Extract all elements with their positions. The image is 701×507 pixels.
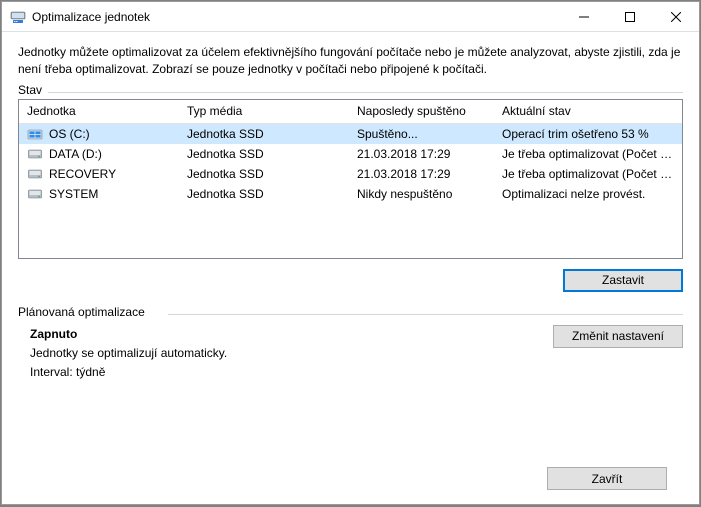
status-section-label: Stav [18,83,48,97]
current-status: Je třeba optimalizovat (Počet dnů od pos… [494,167,682,181]
schedule-section-label: Plánovaná optimalizace [18,305,151,319]
drives-list[interactable]: Jednotka Typ média Naposledy spuštěno Ak… [18,99,683,259]
last-run: Spuštěno... [349,127,494,141]
status-section: Stav Jednotka Typ média Naposledy spuště… [18,92,683,292]
drive-cell: DATA (D:) [19,146,179,162]
change-settings-button[interactable]: Změnit nastavení [553,325,683,348]
last-run: 21.03.2018 17:29 [349,167,494,181]
current-status: Optimalizaci nelze provést. [494,187,682,201]
table-row[interactable]: DATA (D:) Jednotka SSD21.03.2018 17:29Je … [19,144,682,164]
media-type: Jednotka SSD [179,187,349,201]
drives-list-header: Jednotka Typ média Naposledy spuštěno Ak… [19,100,682,124]
minimize-button[interactable] [561,2,607,31]
drive-name: RECOVERY [49,167,116,181]
content-area: Jednotky můžete optimalizovat za účelem … [2,32,699,504]
schedule-line1: Jednotky se optimalizují automaticky. [30,344,227,363]
hdd-icon [27,146,43,162]
current-status: Je třeba optimalizovat (Počet dnů od pos… [494,147,682,161]
hdd-icon [27,186,43,202]
drive-name: SYSTEM [49,187,98,201]
titlebar: Optimalizace jednotek [2,2,699,32]
drive-name: DATA (D:) [49,147,102,161]
drive-cell: RECOVERY [19,166,179,182]
table-row[interactable]: SYSTEM Jednotka SSDNikdy nespuštěnoOptima… [19,184,682,204]
media-type: Jednotka SSD [179,127,349,141]
description-text: Jednotky můžete optimalizovat za účelem … [18,44,683,78]
media-type: Jednotka SSD [179,147,349,161]
stop-button[interactable]: Zastavit [563,269,683,292]
close-button[interactable]: Zavřít [547,467,667,490]
last-run: 21.03.2018 17:29 [349,147,494,161]
drive-cell: SYSTEM [19,186,179,202]
app-icon [10,9,26,25]
schedule-section: Plánovaná optimalizace Zapnuto Jednotky … [18,314,683,383]
os-drive-icon [27,126,43,142]
schedule-line2: Interval: týdně [30,363,227,382]
drive-cell: OS (C:) [19,126,179,142]
media-type: Jednotka SSD [179,167,349,181]
table-row[interactable]: OS (C:) Jednotka SSDSpuštěno...Operací tr… [19,124,682,144]
window-title: Optimalizace jednotek [32,10,561,24]
window-controls [561,2,699,31]
table-row[interactable]: RECOVERY Jednotka SSD21.03.2018 17:29Je t… [19,164,682,184]
column-header-status[interactable]: Aktuální stav [494,104,682,118]
current-status: Operací trim ošetřeno 53 % [494,127,682,141]
window-root: Optimalizace jednotek Jednotky můžete op… [1,1,700,505]
drive-name: OS (C:) [49,127,90,141]
column-header-drive[interactable]: Jednotka [19,104,179,118]
footer: Zavřít [18,457,683,504]
column-header-last[interactable]: Naposledy spuštěno [349,104,494,118]
maximize-button[interactable] [607,2,653,31]
last-run: Nikdy nespuštěno [349,187,494,201]
hdd-icon [27,166,43,182]
close-window-button[interactable] [653,2,699,31]
column-header-media[interactable]: Typ média [179,104,349,118]
schedule-text: Zapnuto Jednotky se optimalizují automat… [18,325,227,383]
schedule-state: Zapnuto [30,325,227,344]
